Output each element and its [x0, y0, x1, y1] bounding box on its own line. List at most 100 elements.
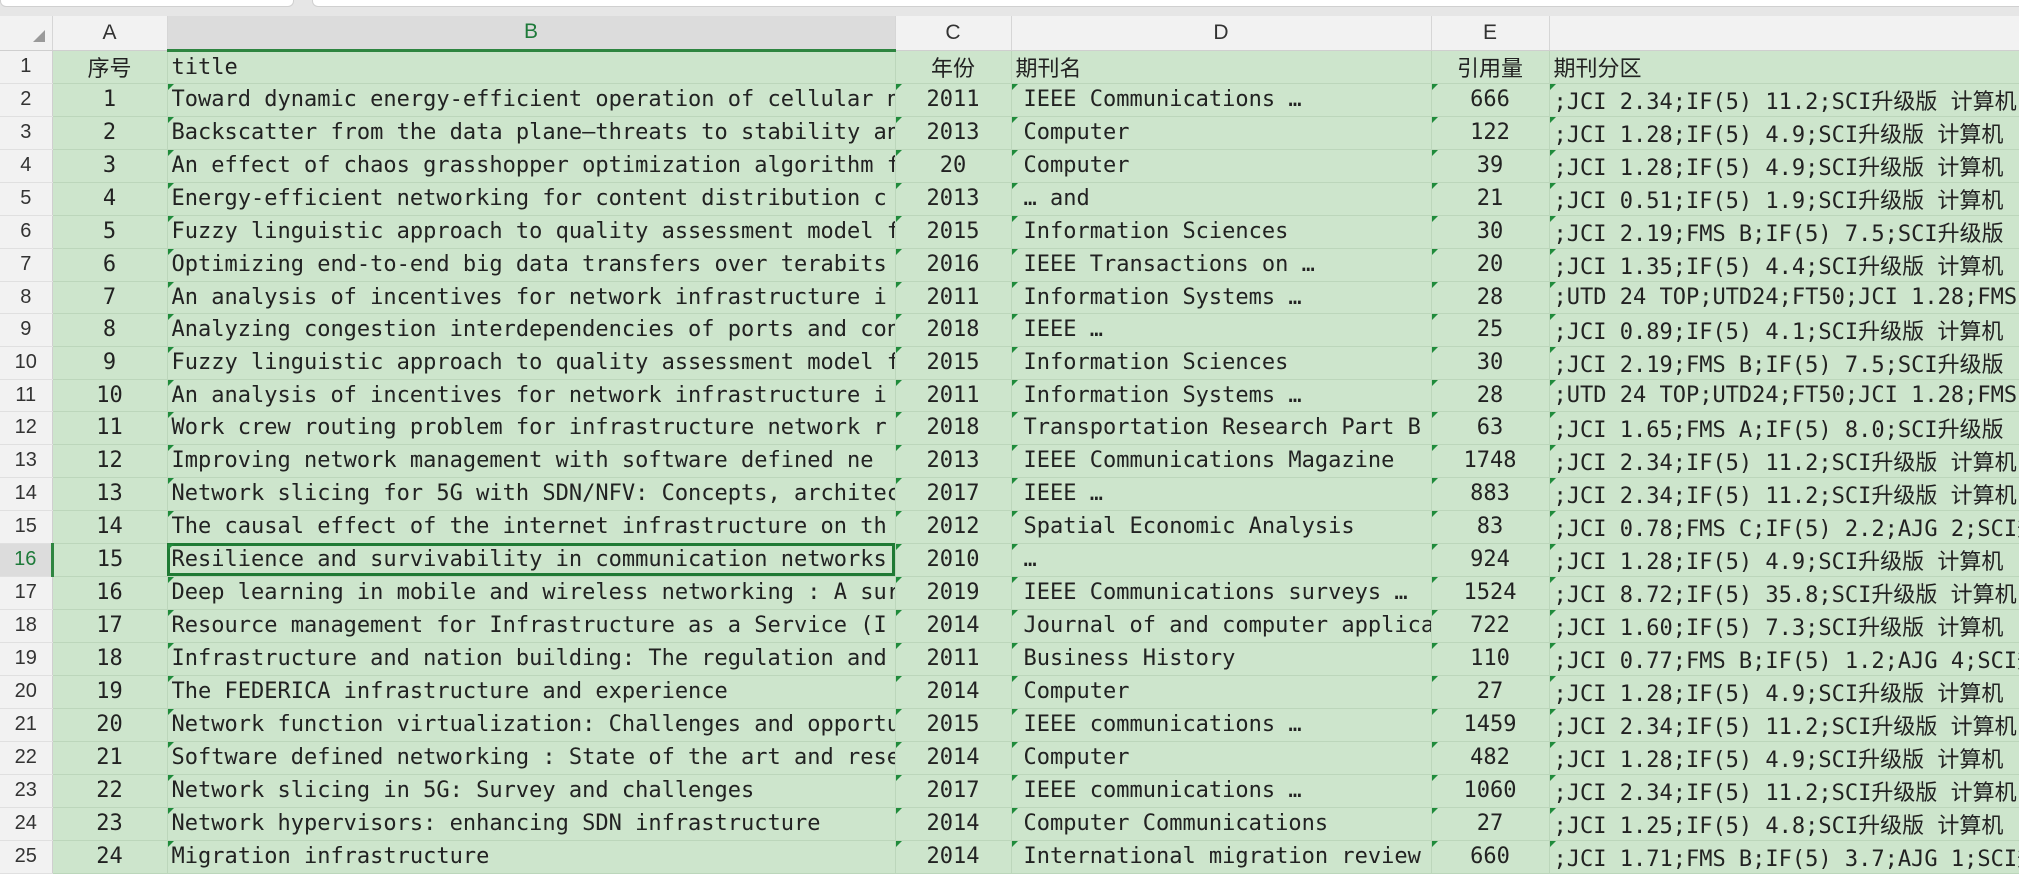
cell-ranking[interactable]: ;JCI 2.34;IF(5) 11.2;SCI升级版 计算机 [1549, 708, 2019, 742]
cell-year[interactable]: 2016 [895, 248, 1012, 282]
cell-header-citations[interactable]: 引用量 [1431, 50, 1550, 84]
cell-ranking[interactable]: ;JCI 1.35;IF(5) 4.4;SCI升级版 计算机 [1549, 248, 2019, 282]
cell-year[interactable]: 2012 [895, 510, 1012, 544]
column-header-a[interactable]: A [52, 16, 168, 51]
cell-journal[interactable]: IEEE Transactions on … [1011, 248, 1432, 282]
cell-citations[interactable]: 1060 [1431, 774, 1550, 808]
cell-index[interactable]: 23 [52, 807, 168, 841]
cell-title[interactable]: An analysis of incentives for network in… [167, 281, 896, 314]
cell-ranking[interactable]: ;JCI 2.34;IF(5) 11.2;SCI升级版 计算机 [1549, 83, 2019, 117]
cell-title[interactable]: Network slicing in 5G: Survey and challe… [167, 774, 896, 808]
row-header[interactable]: 11 [0, 379, 53, 412]
cell-journal[interactable]: Computer [1011, 741, 1432, 775]
column-header-c[interactable]: C [895, 16, 1012, 51]
row-header[interactable]: 19 [0, 642, 53, 676]
cell-index[interactable]: 3 [52, 149, 168, 183]
cell-title[interactable]: Toward dynamic energy-efficient operatio… [167, 83, 896, 117]
column-header-f[interactable] [1549, 16, 2019, 51]
cell-ranking[interactable]: ;JCI 2.34;IF(5) 11.2;SCI升级版 计算机 [1549, 444, 2019, 478]
cell-index[interactable]: 2 [52, 116, 168, 150]
cell-ranking[interactable]: ;UTD 24 TOP;UTD24;FT50;JCI 1.28;FMS [1549, 281, 2019, 314]
cell-ranking[interactable]: ;JCI 1.28;IF(5) 4.9;SCI升级版 计算机 [1549, 116, 2019, 150]
cell-index[interactable]: 22 [52, 774, 168, 808]
cell-year[interactable]: 2015 [895, 708, 1012, 742]
row-header[interactable]: 15 [0, 510, 53, 544]
cell-journal[interactable]: … [1011, 543, 1432, 577]
row-header[interactable]: 2 [0, 83, 53, 117]
cell-year[interactable]: 2013 [895, 444, 1012, 478]
cell-journal[interactable]: Information Systems … [1011, 281, 1432, 314]
cell-citations[interactable]: 122 [1431, 116, 1550, 150]
cell-ranking[interactable]: ;JCI 0.51;IF(5) 1.9;SCI升级版 计算机 [1549, 182, 2019, 216]
row-header[interactable]: 22 [0, 741, 53, 775]
cell-journal[interactable]: Computer Communications [1011, 807, 1432, 841]
cell-year[interactable]: 2014 [895, 807, 1012, 841]
cell-ranking[interactable]: ;JCI 8.72;IF(5) 35.8;SCI升级版 计算机 [1549, 576, 2019, 610]
row-header[interactable]: 10 [0, 346, 53, 380]
row-header[interactable]: 4 [0, 149, 53, 183]
cell-title[interactable]: The FEDERICA infrastructure and experien… [167, 675, 896, 709]
cell-header-title[interactable]: title [167, 50, 896, 84]
cell-journal[interactable]: Computer [1011, 675, 1432, 709]
cell-title[interactable]: Migration infrastructure [167, 840, 896, 874]
cell-header-ranking[interactable]: 期刊分区 [1549, 50, 2019, 84]
cell-year[interactable]: 2013 [895, 116, 1012, 150]
cell-index[interactable]: 24 [52, 840, 168, 874]
cell-year[interactable]: 2018 [895, 411, 1012, 445]
cell-title[interactable]: Software defined networking : State of t… [167, 741, 896, 775]
cell-title[interactable]: Analyzing congestion interdependencies o… [167, 313, 896, 347]
cell-journal[interactable]: Information Sciences [1011, 215, 1432, 249]
cell-ranking[interactable]: ;JCI 1.28;IF(5) 4.9;SCI升级版 计算机 [1549, 675, 2019, 709]
cell-ranking[interactable]: ;JCI 1.28;IF(5) 4.9;SCI升级版 计算机 [1549, 149, 2019, 183]
cell-year[interactable]: 2011 [895, 83, 1012, 117]
cell-year[interactable]: 2010 [895, 543, 1012, 577]
cell-journal[interactable]: Journal of and computer applica [1011, 609, 1432, 643]
cell-journal[interactable]: IEEE … [1011, 313, 1432, 347]
row-header[interactable]: 12 [0, 411, 53, 445]
row-header[interactable]: 16 [0, 543, 54, 577]
cell-citations[interactable]: 63 [1431, 411, 1550, 445]
cell-year[interactable]: 2017 [895, 774, 1012, 808]
cell-ranking[interactable]: ;JCI 2.34;IF(5) 11.2;SCI升级版 计算机 [1549, 477, 2019, 511]
row-header[interactable]: 8 [0, 281, 53, 314]
cell-citations[interactable]: 28 [1431, 379, 1550, 412]
cell-citations[interactable]: 666 [1431, 83, 1550, 117]
cell-journal[interactable]: IEEE communications … [1011, 774, 1432, 808]
cell-journal[interactable]: Spatial Economic Analysis [1011, 510, 1432, 544]
cell-title[interactable]: Optimizing end-to-end big data transfers… [167, 248, 896, 282]
cell-citations[interactable]: 1524 [1431, 576, 1550, 610]
row-header[interactable]: 14 [0, 477, 53, 511]
name-box[interactable] [0, 0, 294, 7]
select-all-corner[interactable] [0, 16, 53, 51]
cell-title[interactable]: The causal effect of the internet infras… [167, 510, 896, 544]
row-header[interactable]: 20 [0, 675, 53, 709]
row-header[interactable]: 17 [0, 576, 53, 610]
cell-index[interactable]: 18 [52, 642, 168, 676]
cell-index[interactable]: 6 [52, 248, 168, 282]
cell-index[interactable]: 20 [52, 708, 168, 742]
cell-index[interactable]: 12 [52, 444, 168, 478]
cell-index[interactable]: 1 [52, 83, 168, 117]
cell-title[interactable]: Fuzzy linguistic approach to quality ass… [167, 215, 896, 249]
cell-index[interactable]: 8 [52, 313, 168, 347]
column-header-d[interactable]: D [1011, 16, 1432, 51]
cell-year[interactable]: 2014 [895, 609, 1012, 643]
cell-journal[interactable]: IEEE Communications surveys … [1011, 576, 1432, 610]
formula-bar[interactable] [312, 0, 2019, 7]
cell-title[interactable]: Network hypervisors: enhancing SDN infra… [167, 807, 896, 841]
row-header[interactable]: 18 [0, 609, 53, 643]
cell-journal[interactable]: IEEE communications … [1011, 708, 1432, 742]
cell-ranking[interactable]: ;JCI 2.19;FMS B;IF(5) 7.5;SCI升级版 [1549, 346, 2019, 380]
cell-citations[interactable]: 660 [1431, 840, 1550, 874]
cell-ranking[interactable]: ;JCI 0.77;FMS B;IF(5) 1.2;AJG 4;SCI升 [1549, 642, 2019, 676]
cell-title[interactable]: Fuzzy linguistic approach to quality ass… [167, 346, 896, 380]
cell-ranking[interactable]: ;JCI 2.19;FMS B;IF(5) 7.5;SCI升级版 [1549, 215, 2019, 249]
cell-citations[interactable]: 883 [1431, 477, 1550, 511]
cell-year[interactable]: 2015 [895, 346, 1012, 380]
cell-journal[interactable]: IEEE Communications Magazine [1011, 444, 1432, 478]
cell-citations[interactable]: 39 [1431, 149, 1550, 183]
cell-year[interactable]: 2019 [895, 576, 1012, 610]
cell-citations[interactable]: 1459 [1431, 708, 1550, 742]
cell-journal[interactable]: IEEE … [1011, 477, 1432, 511]
cell-index[interactable]: 7 [52, 281, 168, 314]
